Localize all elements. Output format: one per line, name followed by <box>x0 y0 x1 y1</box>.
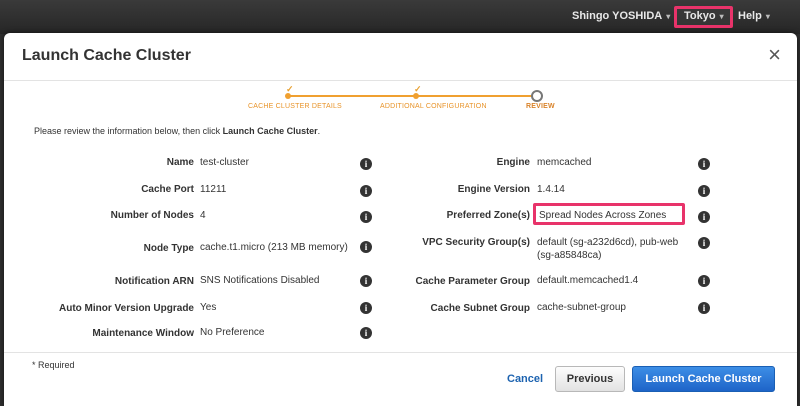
check-icon: ✓ <box>414 84 422 94</box>
region-name: Tokyo <box>684 10 716 22</box>
user-menu[interactable]: Shingo YOSHIDA ▾ <box>572 10 670 22</box>
info-icon[interactable]: i <box>698 237 710 249</box>
field-value-vpc-security-groups: default (sg-a232d6cd), pub-web (sg-a8584… <box>537 236 678 262</box>
field-value-cache-subnet-group: cache-subnet-group <box>537 302 626 313</box>
help-menu[interactable]: Help ▾ <box>738 10 770 22</box>
close-icon[interactable]: × <box>768 44 781 66</box>
help-label: Help <box>738 10 762 22</box>
field-label-number-of-nodes: Number of Nodes <box>110 210 194 221</box>
dialog-title: Launch Cache Cluster <box>22 47 191 64</box>
info-icon[interactable]: i <box>698 275 710 287</box>
chevron-down-icon: ▾ <box>719 12 724 21</box>
field-label-cache-parameter-group: Cache Parameter Group <box>415 276 531 287</box>
field-value-node-type: cache.t1.micro (213 MB memory) <box>200 242 348 253</box>
region-menu[interactable]: Tokyo ▾ <box>684 10 724 22</box>
user-name: Shingo YOSHIDA <box>572 10 663 22</box>
field-value-engine-version: 1.4.14 <box>537 184 565 195</box>
previous-button[interactable]: Previous <box>555 366 625 392</box>
field-label-vpc-security-groups: VPC Security Group(s) <box>422 237 530 248</box>
field-value-cache-port: 11211 <box>200 184 227 195</box>
info-icon[interactable]: i <box>360 185 372 197</box>
required-note: * Required <box>32 360 75 370</box>
info-icon[interactable]: i <box>360 158 372 170</box>
field-label-node-type: Node Type <box>143 243 194 254</box>
info-icon[interactable]: i <box>698 158 710 170</box>
field-label-name: Name <box>166 157 194 168</box>
info-icon[interactable]: i <box>360 241 372 253</box>
dialog-header: Launch Cache Cluster × <box>4 33 797 81</box>
wizard-progress: ✓ ✓ CACHE CLUSTER DETAILS ADDITIONAL CON… <box>4 81 797 121</box>
field-value-number-of-nodes: 4 <box>200 210 206 221</box>
info-icon[interactable]: i <box>698 185 710 197</box>
intro-suffix: . <box>317 126 321 136</box>
vpc-security-groups-line-1: default (sg-a232d6cd), pub-web <box>537 237 679 248</box>
info-icon[interactable]: i <box>698 211 710 223</box>
check-icon: ✓ <box>286 84 294 94</box>
field-value-maintenance-window: No Preference <box>200 327 265 338</box>
wizard-step-cache-cluster-details[interactable]: CACHE CLUSTER DETAILS <box>248 103 342 110</box>
info-icon[interactable]: i <box>698 302 710 314</box>
info-icon[interactable]: i <box>360 211 372 223</box>
field-label-maintenance-window: Maintenance Window <box>92 328 194 339</box>
wizard-current-step-marker <box>531 90 543 102</box>
wizard-progress-line <box>288 95 536 97</box>
intro-bold-text: Launch Cache Cluster <box>222 126 318 136</box>
info-icon[interactable]: i <box>360 327 372 339</box>
chevron-down-icon: ▾ <box>765 12 770 21</box>
wizard-step-additional-configuration[interactable]: ADDITIONAL CONFIGURATION <box>380 103 487 110</box>
field-value-auto-minor-version-upgrade: Yes <box>200 302 217 313</box>
field-label-cache-subnet-group: Cache Subnet Group <box>430 303 530 314</box>
field-value-notification-arn: SNS Notifications Disabled <box>200 275 320 286</box>
field-label-engine: Engine <box>496 157 530 168</box>
launch-cache-cluster-button[interactable]: Launch Cache Cluster <box>632 366 775 392</box>
footer-divider <box>4 352 797 353</box>
review-instructions: Please review the information below, the… <box>34 126 320 136</box>
top-nav-bar: Shingo YOSHIDA ▾ Tokyo ▾ Help ▾ <box>0 0 800 34</box>
field-label-preferred-zones: Preferred Zone(s) <box>446 210 530 221</box>
field-value-engine: memcached <box>537 157 592 168</box>
field-value-cache-parameter-group: default.memcached1.4 <box>537 275 639 286</box>
field-value-preferred-zones: Spread Nodes Across Zones <box>539 210 667 221</box>
intro-text: Please review the information below, the… <box>34 126 223 136</box>
launch-cache-cluster-dialog: Launch Cache Cluster × ✓ ✓ CACHE CLUSTER… <box>4 33 797 406</box>
wizard-step-review: REVIEW <box>526 103 555 110</box>
cancel-link[interactable]: Cancel <box>507 373 543 385</box>
field-label-notification-arn: Notification ARN <box>114 276 194 287</box>
vpc-security-groups-line-2: (sg-a85848ca) <box>537 250 602 261</box>
info-icon[interactable]: i <box>360 302 372 314</box>
field-label-engine-version: Engine Version <box>457 184 530 195</box>
field-value-name: test-cluster <box>200 157 249 168</box>
field-label-cache-port: Cache Port <box>141 184 194 195</box>
chevron-down-icon: ▾ <box>666 12 671 21</box>
info-icon[interactable]: i <box>360 275 372 287</box>
field-label-auto-minor-version-upgrade: Auto Minor Version Upgrade <box>58 303 194 314</box>
